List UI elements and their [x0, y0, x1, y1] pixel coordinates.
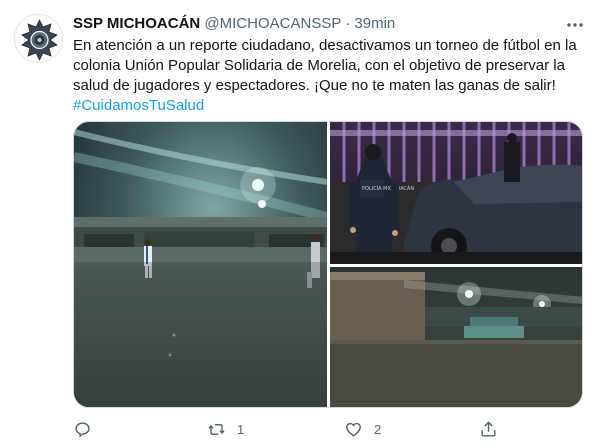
photo-soccer-field-night[interactable] [74, 122, 329, 408]
police-patch-text: POLICÍA MICHOACÁN [362, 185, 414, 192]
hashtag-link[interactable]: #CuidamosTuSalud [73, 97, 204, 114]
media-grid: POLICÍA MICHOACÁN [73, 121, 583, 408]
tweet-header: SSP MICHOACÁN @MICHOACANSSP · 39min [73, 14, 585, 34]
tweet-card[interactable]: SSP MICHOACÁN @MICHOACANSSP · 39min En a… [0, 0, 601, 447]
author-name[interactable]: SSP MICHOACÁN [73, 15, 200, 32]
tweet-body: En atención a un reporte ciudadano, desa… [73, 37, 577, 94]
retweet-icon [208, 423, 225, 435]
retweet-button[interactable]: 1 [207, 418, 244, 440]
photo-police-officer-car[interactable]: POLICÍA MICHOACÁN [330, 122, 583, 264]
share-button[interactable] [479, 418, 509, 440]
header-separator: · [345, 15, 351, 32]
action-bar: 1 2 [73, 418, 573, 440]
tweet-text: En atención a un reporte ciudadano, desa… [73, 36, 588, 116]
reply-icon [75, 421, 90, 437]
like-count: 2 [374, 421, 382, 437]
police-badge-logo [15, 15, 62, 62]
more-icon[interactable] [565, 14, 585, 34]
media-photos: POLICÍA MICHOACÁN [74, 122, 583, 408]
reply-button[interactable] [73, 418, 103, 440]
like-icon [346, 422, 361, 437]
photo-empty-field-night[interactable] [330, 267, 583, 408]
like-button[interactable]: 2 [344, 418, 381, 440]
author-avatar[interactable] [14, 14, 63, 63]
retweet-count: 1 [237, 421, 245, 437]
author-handle[interactable]: @MICHOACANSSP [204, 15, 341, 32]
tweet-timestamp[interactable]: 39min [354, 15, 395, 32]
share-icon [481, 420, 496, 437]
